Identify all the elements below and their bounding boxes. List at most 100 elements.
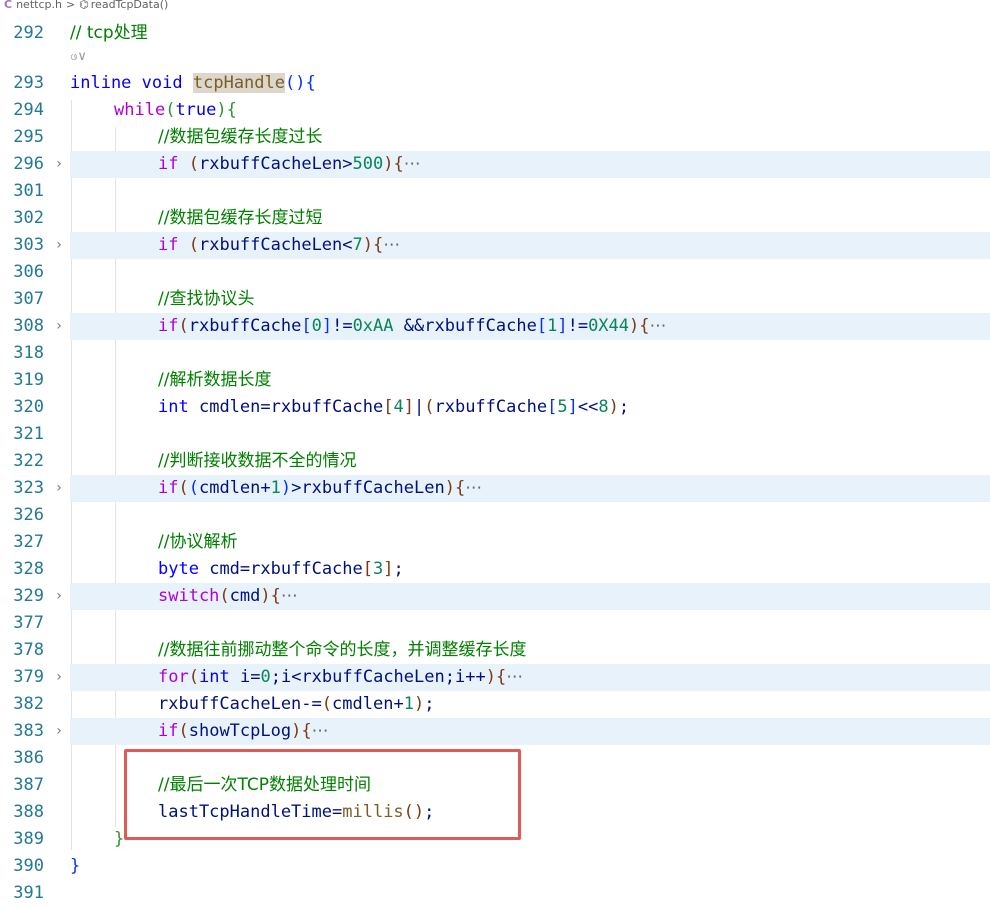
code-line-folded: 303 › if (rxbuffCacheLen<7){⋯ <box>0 232 990 259</box>
line-number: 326 <box>13 505 44 525</box>
folded-ellipsis[interactable]: ⋯ <box>650 316 667 336</box>
fold-chevron-icon[interactable]: › <box>52 313 66 340</box>
line-number: 382 <box>13 694 44 714</box>
function-name: tcpHandle <box>192 73 285 93</box>
line-number: 320 <box>13 397 44 417</box>
line-number: 323 <box>13 478 44 498</box>
comment: //查找协议头 <box>158 289 255 309</box>
line-number: 329 <box>13 586 44 606</box>
line-number: 379 <box>13 667 44 687</box>
code-line: 322 //判断接收数据不全的情况 <box>0 448 990 475</box>
code-line: 306 <box>0 259 990 286</box>
fold-chevron-icon[interactable]: › <box>52 151 66 178</box>
line-number: 388 <box>13 802 44 822</box>
comment: //数据包缓存长度过长 <box>158 127 323 147</box>
code-line: 326 <box>0 502 990 529</box>
line-number: 387 <box>13 775 44 795</box>
code-text: if(showTcpLog){⋯ <box>158 721 329 741</box>
line-number: 322 <box>13 451 44 471</box>
line-number: 321 <box>13 424 44 444</box>
fold-chevron-icon[interactable]: › <box>52 583 66 610</box>
line-number: 306 <box>13 262 44 282</box>
comment: //数据往前挪动整个命令的长度，并调整缓存长度 <box>158 640 527 660</box>
code-text: int cmdlen=rxbuffCache[4]|(rxbuffCache[5… <box>158 397 630 417</box>
code-line: 294 while(true){ <box>0 97 990 124</box>
line-number: 294 <box>13 100 44 120</box>
line-number: 319 <box>13 370 44 390</box>
code-line: 307 //查找协议头 <box>0 286 990 313</box>
folded-ellipsis[interactable]: ⋯ <box>281 586 298 606</box>
code-text: inline void tcpHandle(){ <box>70 73 316 93</box>
code-line: 390 } <box>0 853 990 880</box>
comment: //解析数据长度 <box>158 370 272 390</box>
code-line-folded: 296 › if (rxbuffCacheLen>500){⋯ <box>0 151 990 178</box>
code-line: 327 //协议解析 <box>0 529 990 556</box>
code-line: 292 // tcp处理 <box>0 20 990 47</box>
fold-chevron-icon[interactable]: › <box>52 664 66 691</box>
code-line: 382 rxbuffCacheLen-=(cmdlen+1); <box>0 691 990 718</box>
line-number: 389 <box>13 829 44 849</box>
line-number: 293 <box>13 73 44 93</box>
code-text: } <box>70 856 81 876</box>
folded-ellipsis[interactable]: ⋯ <box>465 478 482 498</box>
line-number: 295 <box>13 127 44 147</box>
folded-ellipsis[interactable]: ⋯ <box>383 235 400 255</box>
code-line-folded: 329 › switch(cmd){⋯ <box>0 583 990 610</box>
code-text: for(int i=0;i<rxbuffCacheLen;i++){⋯ <box>158 667 524 687</box>
line-number: 327 <box>13 532 44 552</box>
line-number: 308 <box>13 316 44 336</box>
codelens-icon[interactable]: ဖ∨ <box>70 48 87 66</box>
fold-chevron-icon[interactable]: › <box>52 232 66 259</box>
line-number: 307 <box>13 289 44 309</box>
line-number: 377 <box>13 613 44 633</box>
comment: //数据包缓存长度过短 <box>158 208 323 228</box>
code-line: 391 <box>0 880 990 907</box>
comment: //判断接收数据不全的情况 <box>158 451 357 471</box>
code-line: 377 <box>0 610 990 637</box>
code-text: if(rxbuffCache[0]!=0xAA &&rxbuffCache[1]… <box>158 316 667 336</box>
line-number: 303 <box>13 235 44 255</box>
code-line: 328 byte cmd=rxbuffCache[3]; <box>0 556 990 583</box>
code-line-folded: 323 › if((cmdlen+1)>rxbuffCacheLen){⋯ <box>0 475 990 502</box>
line-number: 386 <box>13 748 44 768</box>
line-number: 302 <box>13 208 44 228</box>
code-line-folded: 383 › if(showTcpLog){⋯ <box>0 718 990 745</box>
code-text: while(true){ <box>114 100 237 120</box>
line-number: 296 <box>13 154 44 174</box>
line-number: 292 <box>13 23 44 43</box>
code-line: 378 //数据往前挪动整个命令的长度，并调整缓存长度 <box>0 637 990 664</box>
code-text: switch(cmd){⋯ <box>158 586 298 606</box>
line-number: 301 <box>13 181 44 201</box>
code-text: rxbuffCacheLen-=(cmdlen+1); <box>158 694 435 714</box>
folded-ellipsis[interactable]: ⋯ <box>312 721 329 741</box>
line-number: 383 <box>13 721 44 741</box>
code-line: 318 <box>0 340 990 367</box>
code-line: 295 //数据包缓存长度过长 <box>0 124 990 151</box>
code-text: if (rxbuffCacheLen>500){⋯ <box>158 154 421 174</box>
code-text: if (rxbuffCacheLen<7){⋯ <box>158 235 401 255</box>
code-line: 319 //解析数据长度 <box>0 367 990 394</box>
code-line: 320 int cmdlen=rxbuffCache[4]|(rxbuffCac… <box>0 394 990 421</box>
comment: //协议解析 <box>158 532 238 552</box>
code-text: } <box>114 829 125 849</box>
code-line: 301 <box>0 178 990 205</box>
line-number: 390 <box>13 856 44 876</box>
code-text: if((cmdlen+1)>rxbuffCacheLen){⋯ <box>158 478 483 498</box>
comment: // tcp处理 <box>70 23 148 43</box>
line-number: 328 <box>13 559 44 579</box>
code-text: byte cmd=rxbuffCache[3]; <box>158 559 404 579</box>
code-line: 293 inline void tcpHandle(){ <box>0 70 990 97</box>
fold-chevron-icon[interactable]: › <box>52 718 66 745</box>
line-number: 378 <box>13 640 44 660</box>
code-line-folded: 379 › for(int i=0;i<rxbuffCacheLen;i++){… <box>0 664 990 691</box>
line-number: 318 <box>13 343 44 363</box>
code-line: 302 //数据包缓存长度过短 <box>0 205 990 232</box>
code-line-folded: 308 › if(rxbuffCache[0]!=0xAA &&rxbuffCa… <box>0 313 990 340</box>
annotation-highlight-box <box>124 749 521 840</box>
folded-ellipsis[interactable]: ⋯ <box>404 154 421 174</box>
folded-ellipsis[interactable]: ⋯ <box>506 667 523 687</box>
code-line: 321 <box>0 421 990 448</box>
line-number: 391 <box>13 883 44 903</box>
code-editor[interactable]: 292 // tcp处理 ဖ∨ 293 inline void tcpHandl… <box>0 0 990 903</box>
fold-chevron-icon[interactable]: › <box>52 475 66 502</box>
